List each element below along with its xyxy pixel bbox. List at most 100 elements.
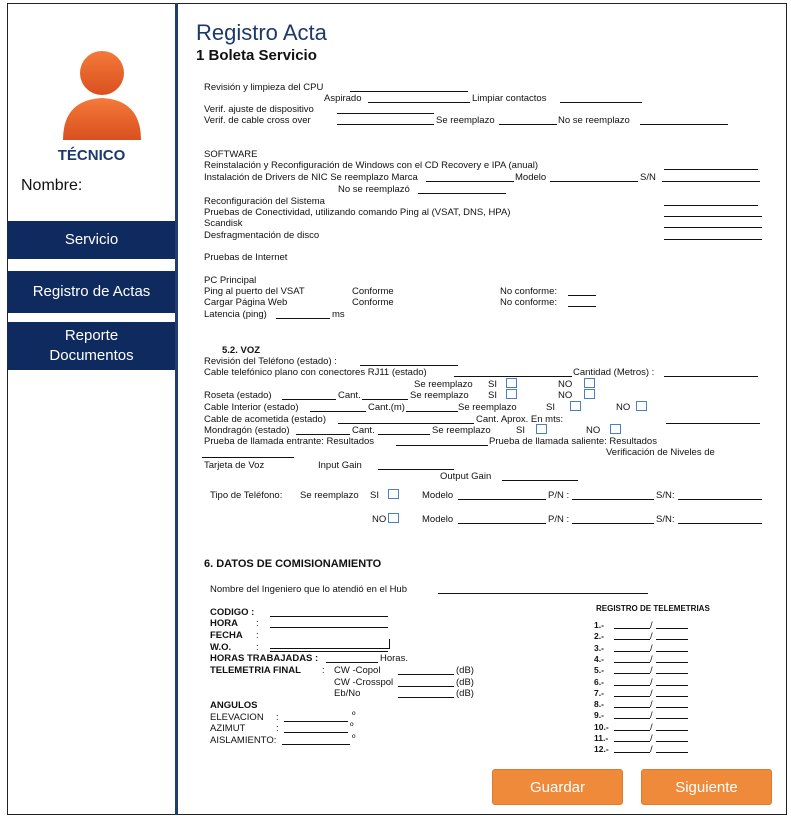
checkbox-si-1[interactable] [506,378,517,388]
field-azimut[interactable] [284,732,348,733]
field-latencia[interactable] [276,318,330,319]
telemetria-field-a[interactable] [614,639,650,641]
telemetria-field-a[interactable] [614,650,650,652]
field-cant-roseta[interactable] [362,399,408,400]
field-horas-trabajadas[interactable] [326,662,378,663]
field-aislamiento[interactable] [282,744,350,745]
field-sn-1[interactable] [678,499,762,500]
label-no-4: NO [586,425,601,436]
telemetria-field-a[interactable] [614,729,650,731]
field-cable-plano[interactable] [454,376,572,377]
label-tipo-se-reemplazo: Se reemplazo [300,490,359,501]
field-no-conforme-1[interactable] [568,295,596,296]
field-codigo[interactable] [270,616,388,617]
field-sn[interactable] [662,181,760,182]
sidebar: TÉCNICO Nombre: Servicio Registro de Act… [7,3,176,815]
telemetria-field-b[interactable] [656,650,688,652]
field-fecha[interactable] [270,639,390,649]
checkbox-si-2[interactable] [506,389,517,399]
checkbox-no-2[interactable] [584,389,595,399]
telemetria-field-a[interactable] [614,628,650,629]
field-cable-interior[interactable] [310,411,366,412]
label-cable-cross: Verif. de cable cross over [204,115,311,126]
telemetria-field-b[interactable] [656,729,688,731]
sidebar-item-reporte-documentos[interactable]: Reporte Documentos [7,322,176,370]
field-modelo-2[interactable] [458,523,546,524]
field-pruebas-conect[interactable] [664,216,762,217]
field-revision-tel[interactable] [360,365,458,366]
telemetria-field-b[interactable] [656,684,688,686]
field-no-conforme-2[interactable] [568,306,596,307]
telemetria-field-a[interactable] [614,741,650,742]
telemetria-field-a[interactable] [614,661,650,663]
field-aspirado[interactable] [368,102,470,103]
sidebar-item-registro-actas[interactable]: Registro de Actas [7,271,176,313]
field-cable-cross[interactable] [337,124,434,125]
checkbox-si-4[interactable] [536,424,547,434]
checkbox-si-tipo[interactable] [388,489,399,499]
telemetria-field-b[interactable] [656,752,688,754]
siguiente-button[interactable]: Siguiente [641,769,772,805]
field-pn-2[interactable] [572,523,654,524]
sidebar-item-servicio[interactable]: Servicio [7,221,176,259]
field-input-gain[interactable] [378,469,454,470]
field-ajuste[interactable] [337,113,434,114]
checkbox-no-1[interactable] [584,378,595,388]
field-marca[interactable] [426,181,514,182]
field-se-reemplazo[interactable] [499,124,557,125]
field-modelo[interactable] [550,181,638,182]
field-scandisk[interactable] [664,227,762,228]
field-no-se-reemplazo[interactable] [640,124,728,125]
field-llamada-entrante[interactable] [396,445,488,446]
telemetria-field-b[interactable] [656,628,688,629]
telemetria-field-a[interactable] [614,752,650,754]
telemetria-label: 9.- [594,710,604,721]
telemetria-field-b[interactable] [656,673,688,675]
field-desfrag[interactable] [664,239,762,240]
telemetria-field-b[interactable] [656,707,688,709]
field-ingeniero[interactable] [438,593,648,594]
field-roseta[interactable] [282,399,336,400]
checkbox-no-4[interactable] [610,424,621,434]
telemetria-field-a[interactable] [614,684,650,686]
telemetria-field-b[interactable] [656,695,688,697]
field-hora[interactable] [270,627,388,628]
field-cantidad-metros[interactable] [664,376,758,377]
field-pn-1[interactable] [572,499,654,500]
label-db-3: (dB) [456,688,474,699]
telemetria-field-a[interactable] [614,718,650,720]
field-wo[interactable] [270,651,388,652]
telemetria-field-a[interactable] [614,673,650,675]
field-reconfig[interactable] [664,205,758,206]
field-modelo-1[interactable] [458,499,546,500]
telemetria-field-b[interactable] [656,661,688,663]
field-limpiar[interactable] [560,102,642,103]
checkbox-no-3[interactable] [636,401,647,411]
label-reinstalacion: Reinstalación y Reconfiguración de Windo… [204,160,539,171]
field-output-gain[interactable] [502,480,578,481]
field-cant-m[interactable] [406,411,458,412]
field-llamada-saliente[interactable] [202,457,294,458]
guardar-button[interactable]: Guardar [492,769,623,805]
field-cant-aprox[interactable] [666,423,760,424]
field-no-se-reemplazo-nic[interactable] [418,193,506,194]
field-cable-acometida[interactable] [338,423,474,424]
telemetria-field-a[interactable] [614,707,650,709]
field-cw-copol[interactable] [398,674,454,675]
checkbox-si-3[interactable] [570,401,581,411]
telemetria-field-a[interactable] [614,695,650,697]
telemetria-field-b[interactable] [656,741,688,742]
field-ebno[interactable] [398,697,454,698]
field-revision-cpu[interactable] [350,91,468,92]
checkbox-no-tipo[interactable] [388,513,399,523]
field-elevacion[interactable] [284,721,348,722]
telemetria-field-b[interactable] [656,639,688,641]
field-mondragon[interactable] [296,434,350,435]
field-reinstalacion[interactable] [664,169,758,170]
label-cantidad-metros: Cantidad (Metros) : [573,367,655,378]
telemetria-field-b[interactable] [656,718,688,720]
field-cant-mondragon[interactable] [378,434,430,435]
field-sn-2[interactable] [678,523,762,524]
field-cw-crosspol[interactable] [398,686,454,687]
label-pc-principal: PC Principal [204,275,257,286]
